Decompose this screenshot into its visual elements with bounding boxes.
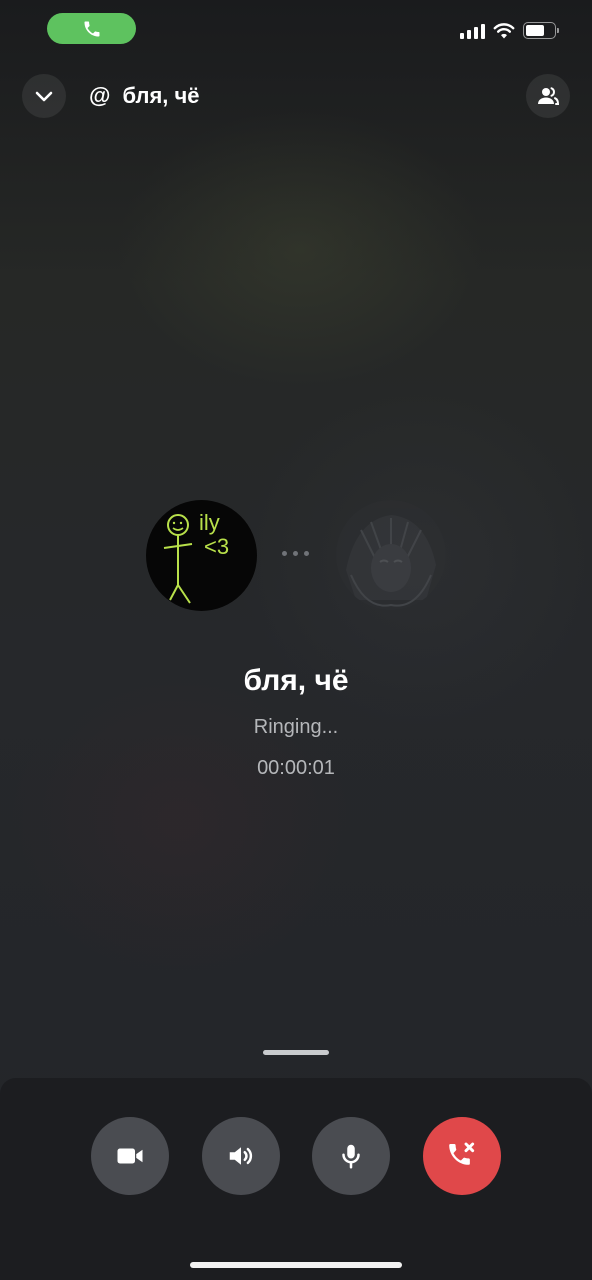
speaker-button[interactable] bbox=[202, 1117, 280, 1195]
members-button[interactable] bbox=[526, 74, 570, 118]
anime-character-avatar bbox=[346, 515, 436, 607]
active-call-pill[interactable] bbox=[47, 13, 136, 44]
video-button[interactable] bbox=[91, 1117, 169, 1195]
call-timer: 00:00:01 bbox=[257, 757, 335, 779]
microphone-button[interactable] bbox=[312, 1117, 390, 1195]
end-call-button[interactable] bbox=[423, 1117, 501, 1195]
channel-header[interactable]: @ бля, чё bbox=[89, 82, 200, 110]
minimize-call-button[interactable] bbox=[22, 74, 66, 118]
sheet-grabber[interactable] bbox=[263, 1050, 329, 1055]
stick-figure-drawing: ily <3 bbox=[163, 510, 229, 604]
battery-icon bbox=[523, 22, 559, 39]
recipient-avatar bbox=[336, 500, 446, 610]
chevron-down-icon bbox=[35, 91, 53, 102]
at-icon: @ bbox=[89, 83, 111, 108]
wifi-icon bbox=[493, 22, 515, 38]
call-controls-panel bbox=[0, 1078, 592, 1280]
phone-icon bbox=[84, 21, 99, 36]
call-status: Ringing... bbox=[253, 716, 339, 738]
status-bar bbox=[0, 0, 592, 56]
avatar-text-heart: <3 bbox=[204, 534, 229, 559]
call-recipient-name: бля, чё bbox=[243, 664, 349, 697]
connecting-dots bbox=[282, 551, 309, 556]
microphone-icon bbox=[342, 1144, 360, 1169]
avatar-text-ily: ily bbox=[199, 510, 220, 535]
speaker-icon bbox=[229, 1147, 253, 1165]
members-icon bbox=[538, 87, 560, 105]
home-indicator[interactable] bbox=[190, 1262, 402, 1268]
video-camera-icon bbox=[117, 1148, 143, 1164]
channel-title: бля, чё bbox=[122, 83, 200, 108]
self-avatar: ily <3 bbox=[146, 500, 257, 611]
end-call-icon bbox=[449, 1142, 475, 1165]
cellular-signal-icon bbox=[460, 23, 485, 39]
